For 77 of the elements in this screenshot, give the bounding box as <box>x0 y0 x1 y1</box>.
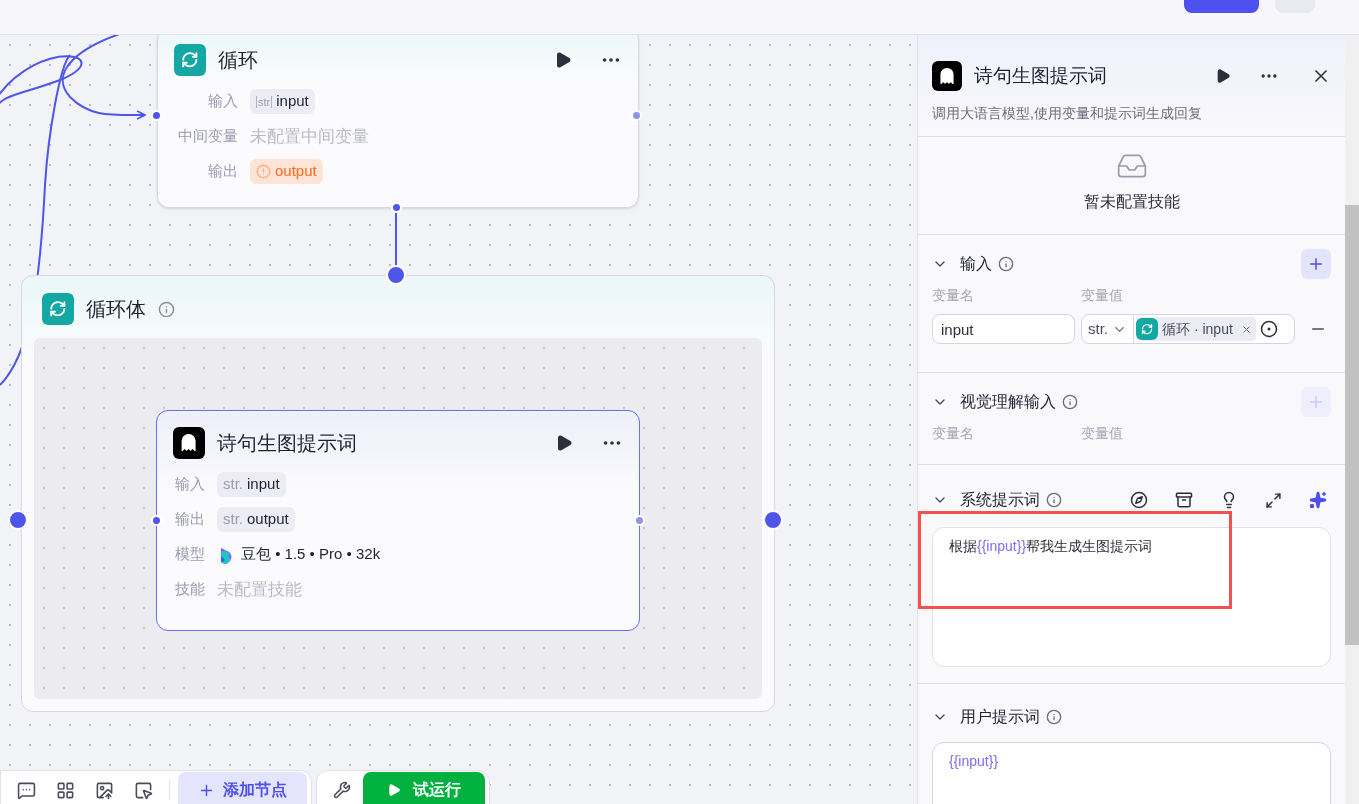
variable-tag: str input <box>250 89 315 114</box>
connection-port[interactable] <box>386 265 406 285</box>
system-prompt-editor[interactable]: 根据{{input}}帮我生成生图提示词 <box>932 527 1331 667</box>
row-label: 输入 <box>207 91 238 112</box>
row-label: 技能 <box>174 579 205 600</box>
row-label: 中间变量 <box>177 126 238 147</box>
connection-port[interactable] <box>633 514 645 526</box>
loop-node[interactable]: 循环 输入 str input 中间变量 未配置中间变量 输出 output <box>157 35 639 208</box>
variable-value-field[interactable]: str. 循环 · input <box>1081 314 1295 344</box>
add-node-button[interactable]: 添加节点 <box>178 772 307 804</box>
compass-icon[interactable] <box>1130 491 1148 509</box>
loop-icon <box>42 293 74 325</box>
row-label: 输出 <box>174 509 205 530</box>
column-header: 变量值 <box>1081 286 1123 305</box>
connection-port[interactable] <box>8 510 28 530</box>
user-prompt-editor[interactable]: {{input}} <box>932 742 1331 804</box>
empty-value-text: 未配置中间变量 <box>250 125 369 148</box>
sparkle-icon[interactable] <box>1309 491 1327 509</box>
wrench-icon[interactable] <box>333 781 351 799</box>
node-title: 循环体 <box>86 297 146 322</box>
comment-icon[interactable] <box>17 780 36 800</box>
scrollbar[interactable] <box>1345 35 1359 804</box>
run-icon[interactable] <box>555 434 573 452</box>
prompt-text: {{input}} <box>949 752 1000 771</box>
warning-icon <box>256 164 271 179</box>
variable-tag: str. output <box>217 507 295 532</box>
connection-port[interactable] <box>630 109 642 121</box>
type-select[interactable]: str. <box>1088 317 1108 341</box>
empty-skills-text: 暂未配置技能 <box>1083 191 1180 212</box>
row-label: 输入 <box>174 474 205 495</box>
section-title: 系统提示词 <box>960 490 1040 510</box>
column-header: 变量值 <box>1081 424 1123 443</box>
panel-description: 调用大语言模型,使用变量和提示词生成回复 <box>932 104 1203 123</box>
prompt-text: 根据{{input}}帮我生成生图提示词 <box>949 537 1154 556</box>
section-title: 视觉理解输入 <box>960 392 1056 412</box>
info-icon[interactable] <box>1062 394 1078 410</box>
connection-port[interactable] <box>150 514 162 526</box>
loop-icon <box>1136 318 1158 340</box>
variable-picker-icon[interactable] <box>1259 320 1278 338</box>
plus-icon <box>1307 255 1325 273</box>
variable-tag: str. input <box>217 472 286 497</box>
section-title: 用户提示词 <box>960 707 1040 727</box>
reference-tag: 循环 · input <box>1136 317 1256 341</box>
expand-icon[interactable] <box>1265 491 1282 509</box>
play-icon <box>387 783 401 797</box>
plus-icon <box>1307 393 1325 411</box>
info-icon[interactable] <box>158 300 175 318</box>
section-title: 输入 <box>960 254 992 274</box>
run-icon[interactable] <box>554 51 572 69</box>
run-icon[interactable] <box>1215 68 1231 84</box>
model-name: 豆包 • 1.5 • Pro • 32k <box>241 544 381 565</box>
remove-icon[interactable] <box>1240 323 1252 335</box>
image-upload-icon[interactable] <box>95 780 114 800</box>
connection-port[interactable] <box>390 201 402 213</box>
node-title: 循环 <box>218 48 259 73</box>
row-label: 模型 <box>174 544 205 565</box>
add-button[interactable] <box>1301 249 1331 279</box>
llm-node[interactable]: 诗句生图提示词 输入 str. input 输出 str. output 模型 豆包 • 1.5 • Pro • 32k 技能 未配置技能 <box>156 410 640 631</box>
column-header: 变量名 <box>932 286 975 305</box>
panel-title: 诗句生图提示词 <box>974 63 1108 88</box>
ghost-icon <box>932 61 962 91</box>
cursor-frame-icon[interactable] <box>134 780 153 800</box>
grid-icon[interactable] <box>56 780 75 800</box>
connection-port[interactable] <box>150 109 162 121</box>
archive-icon[interactable] <box>1175 491 1193 509</box>
error-variable-tag: output <box>250 159 323 184</box>
column-header: 变量名 <box>932 424 975 443</box>
connection-port[interactable] <box>763 510 783 530</box>
empty-value-text: 未配置技能 <box>217 578 302 601</box>
variable-name-field[interactable]: input <box>932 314 1075 344</box>
info-icon[interactable] <box>998 256 1014 272</box>
info-icon[interactable] <box>1046 709 1062 725</box>
ghost-icon <box>173 427 205 459</box>
info-icon[interactable] <box>1046 492 1062 508</box>
loop-icon <box>174 44 206 76</box>
node-title: 诗句生图提示词 <box>217 431 358 456</box>
row-label: 输出 <box>207 161 238 182</box>
